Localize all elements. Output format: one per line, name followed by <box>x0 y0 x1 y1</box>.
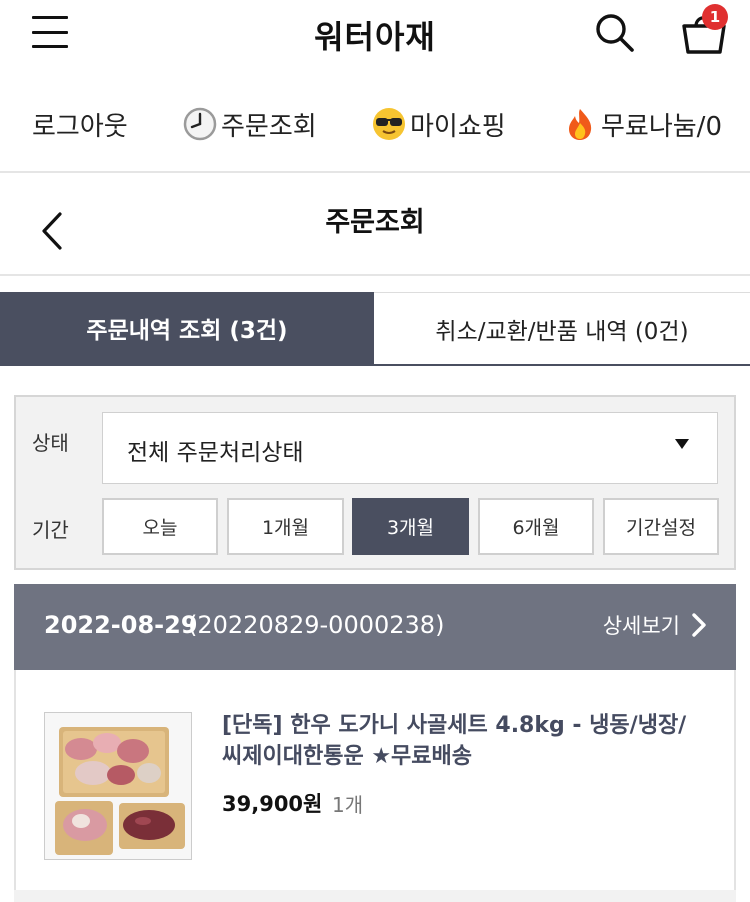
order-detail-label: 상세보기 <box>602 614 680 638</box>
nav-order-lookup[interactable]: 주문조회 <box>183 104 317 144</box>
divider <box>0 274 750 276</box>
nav-logout[interactable]: 로그아웃 <box>32 104 128 144</box>
divider <box>0 171 750 173</box>
search-icon[interactable] <box>594 12 636 54</box>
period-today-button[interactable]: 오늘 <box>102 498 218 555</box>
top-nav: 로그아웃 주문조회 마이쇼핑 무료나눔/0 <box>0 96 750 156</box>
brand-title[interactable]: 워터아재 <box>0 12 750 58</box>
nav-logout-label: 로그아웃 <box>32 111 128 142</box>
order-item-footer <box>14 890 736 902</box>
order-item: [단독] 한우 도가니 사골세트 4.8kg - 냉동/냉장/씨제이대한통운 ★… <box>14 670 736 902</box>
order-filter: 상태 전체 주문처리상태 기간 오늘 1개월 3개월 6개월 기간설정 <box>14 395 736 570</box>
order-detail-link[interactable]: 상세보기 <box>603 610 708 640</box>
product-quantity: 1개 <box>332 793 364 817</box>
period-label: 기간 <box>32 518 69 542</box>
period-6month-button[interactable]: 6개월 <box>478 498 594 555</box>
status-select-value: 전체 주문처리상태 <box>127 440 304 466</box>
nav-my-shopping[interactable]: 마이쇼핑 <box>372 104 506 144</box>
nav-free-share[interactable]: 무료나눔/0 <box>563 104 722 144</box>
order-number: (20220829-0000238) <box>188 611 445 639</box>
fire-icon <box>563 107 597 141</box>
clock-icon <box>183 107 217 141</box>
period-3month-button[interactable]: 3개월 <box>352 498 469 555</box>
order-tabs: 주문내역 조회 (3건) 취소/교환/반품 내역 (0건) <box>0 292 750 366</box>
status-select[interactable]: 전체 주문처리상태 <box>102 412 718 484</box>
order-header: 2022-08-29 (20220829-0000238) 상세보기 <box>14 584 736 670</box>
product-thumbnail[interactable] <box>44 712 192 860</box>
cart-count-badge: 1 <box>702 4 728 30</box>
page-title: 주문조회 <box>325 207 425 238</box>
period-1month-button[interactable]: 1개월 <box>227 498 344 555</box>
sunglasses-face-icon <box>372 107 406 141</box>
nav-order-lookup-label: 주문조회 <box>221 111 317 142</box>
product-name[interactable]: [단독] 한우 도가니 사골세트 4.8kg - 냉동/냉장/씨제이대한통운 ★… <box>222 710 702 772</box>
status-label: 상태 <box>32 431 69 455</box>
chevron-right-icon <box>692 613 706 637</box>
dropdown-arrow-icon <box>675 439 689 449</box>
tab-order-history[interactable]: 주문내역 조회 (3건) <box>0 292 374 364</box>
app-header: 워터아재 1 <box>0 0 750 70</box>
product-price: 39,900원 <box>222 792 323 816</box>
tab-cancel-return[interactable]: 취소/교환/반품 내역 (0건) <box>374 292 750 364</box>
nav-my-shopping-label: 마이쇼핑 <box>410 111 506 142</box>
nav-free-share-label: 무료나눔/0 <box>601 111 722 142</box>
order-date: 2022-08-29 <box>44 611 198 639</box>
period-custom-button[interactable]: 기간설정 <box>603 498 719 555</box>
